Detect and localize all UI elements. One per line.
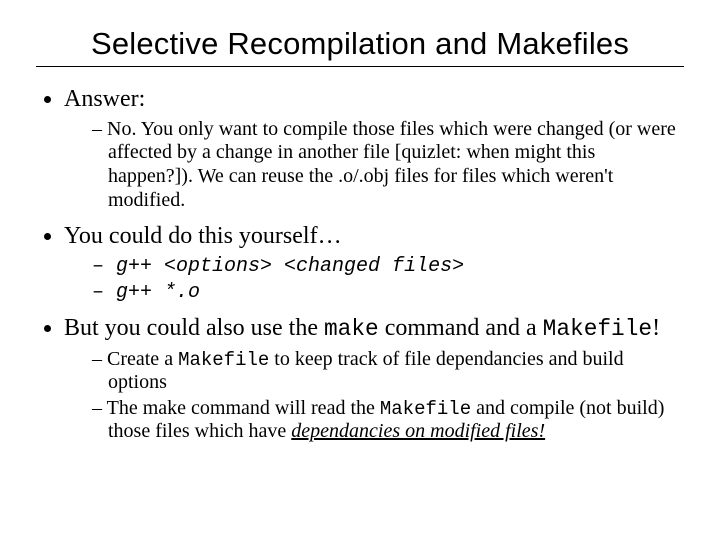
bullet-answer: Answer: No. You only want to compile tho…	[64, 85, 684, 212]
makefile-text-mid: command and a	[379, 315, 543, 341]
makefile-word-2: Makefile	[178, 349, 269, 371]
makefile-text-pre: But you could also use the	[64, 315, 324, 341]
title-underline	[36, 66, 684, 67]
mf-sub2-pre: The make command will read the	[107, 397, 380, 419]
slide: Selective Recompilation and Makefiles An…	[0, 0, 720, 474]
mf-sub1-pre: Create a	[107, 348, 178, 370]
bullet-makefile: But you could also use the make command …	[64, 314, 684, 444]
makefile-word-1: Makefile	[543, 316, 652, 342]
answer-sublist: No. You only want to compile those files…	[64, 118, 684, 212]
bullet-list: Answer: No. You only want to compile tho…	[36, 85, 684, 444]
code-line-2: g++ *.o	[92, 281, 684, 305]
make-command: make	[324, 316, 379, 342]
makefile-text-post: !	[652, 315, 660, 341]
bullet-yourself-label: You could do this yourself…	[64, 223, 342, 249]
answer-sub-1: No. You only want to compile those files…	[92, 118, 684, 212]
mf-sub2-emph: dependancies on modified files!	[291, 420, 545, 442]
makefile-word-3: Makefile	[380, 398, 471, 420]
slide-title: Selective Recompilation and Makefiles	[36, 26, 684, 62]
makefile-sub-2: The make command will read the Makefile …	[92, 397, 684, 444]
makefile-sublist: Create a Makefile to keep track of file …	[64, 348, 684, 444]
bullet-yourself: You could do this yourself… g++ <options…	[64, 222, 684, 304]
yourself-sublist: g++ <options> <changed files> g++ *.o	[64, 255, 684, 304]
bullet-answer-label: Answer:	[64, 86, 145, 112]
code-line-1: g++ <options> <changed files>	[92, 255, 684, 279]
makefile-sub-1: Create a Makefile to keep track of file …	[92, 348, 684, 395]
